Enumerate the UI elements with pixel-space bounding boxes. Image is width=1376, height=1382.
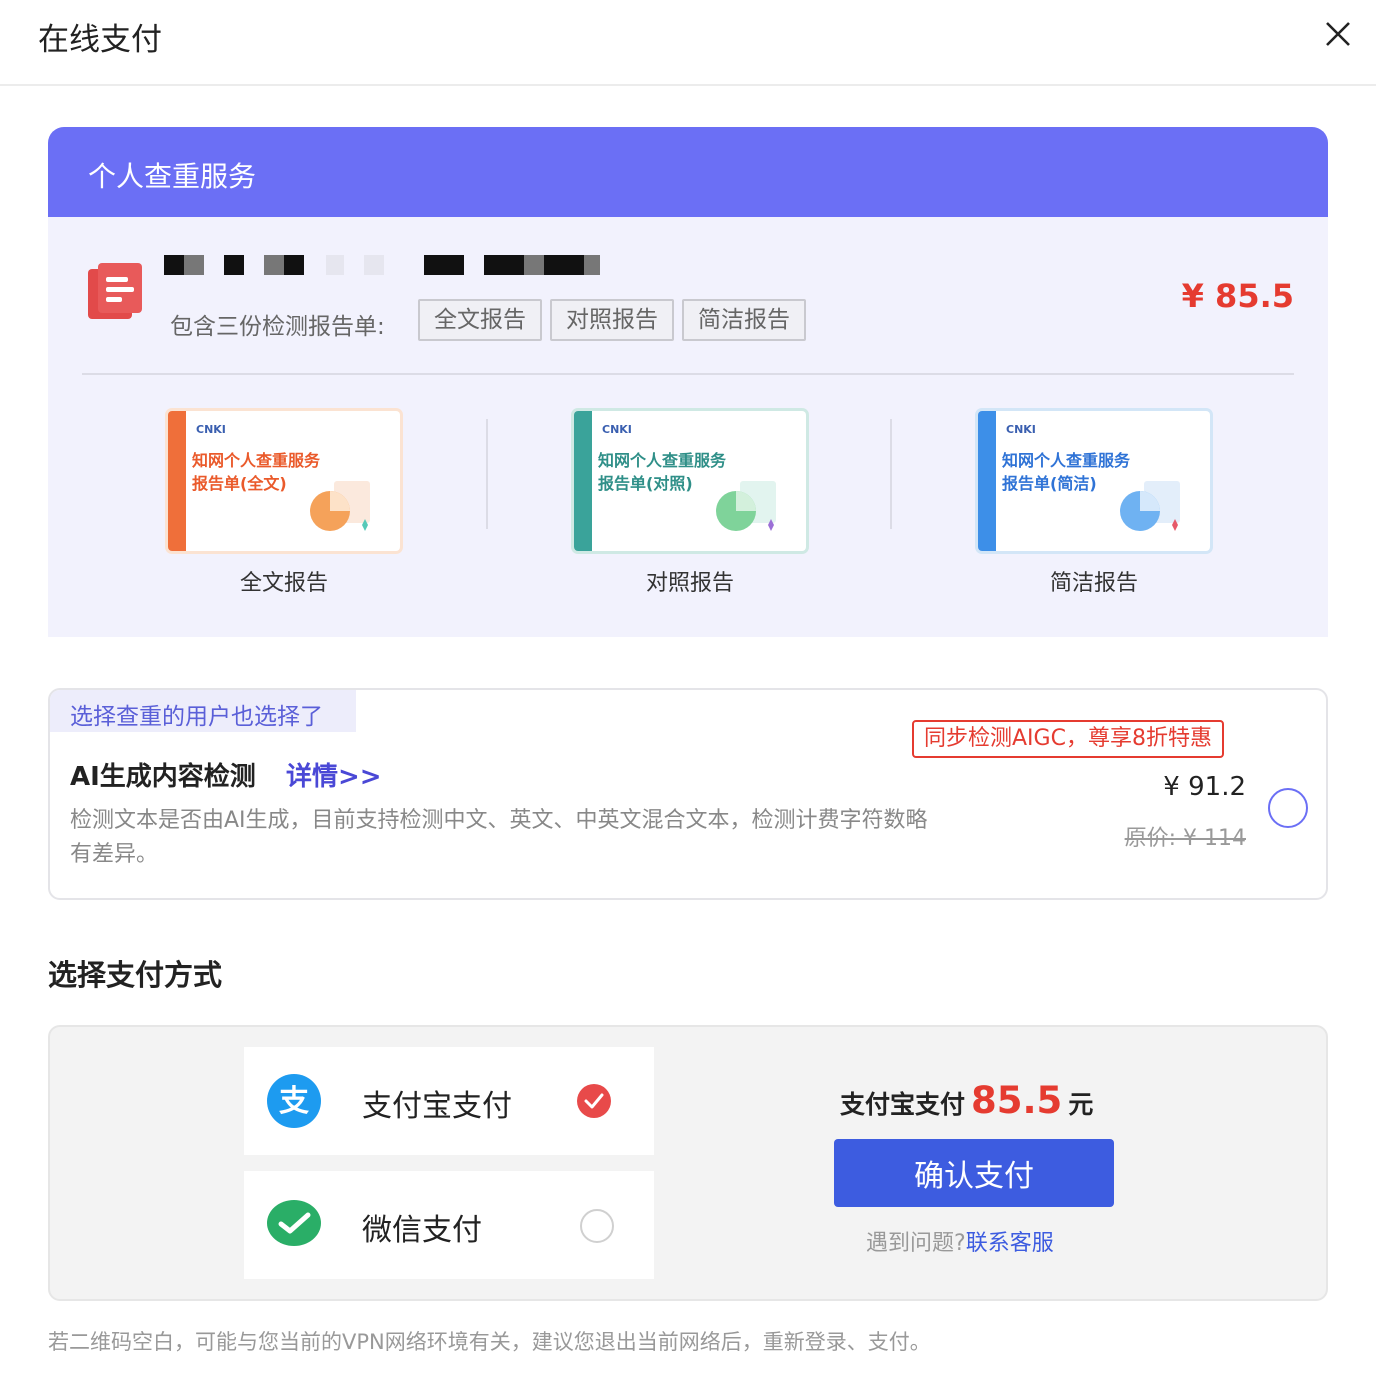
aigc-original-price: 原价: ¥ 114: [1124, 826, 1246, 851]
divider: [486, 419, 488, 529]
close-icon[interactable]: [1318, 14, 1358, 54]
divider: [890, 419, 892, 529]
dialog-header: 在线支付: [0, 0, 1376, 86]
service-price: ¥ 85.5: [1181, 277, 1294, 315]
help-text: 遇到问题?: [866, 1231, 966, 1256]
cnki-logo: CNKI: [1006, 423, 1036, 436]
cnki-logo: CNKI: [196, 423, 226, 436]
dialog-title: 在线支付: [38, 22, 162, 58]
payment-panel: 支 支付宝支付 微信支付 支付宝支付 85.5 元 确认支付 遇到问题?联系客服: [48, 1025, 1328, 1301]
tag-compare-report: 对照报告: [550, 299, 674, 341]
payment-method-label: 微信支付: [362, 1213, 482, 1248]
check-icon: [576, 1083, 612, 1119]
unchecked-radio[interactable]: [580, 1209, 614, 1243]
report-thumbnail-brief: CNKI 知网个人查重服务 报告单(简洁): [978, 411, 1210, 551]
payment-method-alipay[interactable]: 支 支付宝支付: [244, 1047, 654, 1155]
report-label-compare: 对照报告: [645, 571, 734, 596]
divider: [82, 373, 1294, 375]
tag-brief-report: 简洁报告: [682, 299, 806, 341]
summary-method: 支付宝支付: [840, 1090, 966, 1119]
contact-support-link[interactable]: 联系客服: [966, 1231, 1054, 1256]
report-title: 知网个人查重服务: [598, 451, 727, 470]
pie-chart-icon: [300, 477, 374, 537]
report-thumbnail-full: CNKI 知网个人查重服务 报告单(全文): [168, 411, 400, 551]
wechat-pay-icon: [266, 1197, 322, 1253]
cnki-logo: CNKI: [602, 423, 632, 436]
payment-method-label: 支付宝支付: [362, 1089, 512, 1124]
aigc-title: AI生成内容检测: [70, 762, 256, 792]
help-line: 遇到问题?联系客服: [866, 1225, 1054, 1257]
includes-label: 包含三份检测报告单:: [170, 314, 385, 340]
aigc-select-radio[interactable]: [1268, 788, 1308, 828]
service-header: 个人查重服务: [48, 127, 1328, 217]
payment-heading: 选择支付方式: [48, 958, 223, 992]
redacted-file-name: [164, 255, 624, 275]
confirm-pay-button[interactable]: 确认支付: [834, 1139, 1114, 1207]
report-label-brief: 简洁报告: [1049, 571, 1138, 596]
payment-summary: 支付宝支付 85.5 元: [840, 1079, 1093, 1122]
payment-method-wechat[interactable]: 微信支付: [244, 1171, 654, 1279]
service-card: 个人查重服务 包含三份检测报告单: 全文报告 对照报告 简洁报告 ¥ 85.5 …: [48, 127, 1328, 637]
report-title: 知网个人查重服务: [1002, 451, 1131, 470]
pie-chart-icon: [706, 477, 780, 537]
promo-badge: 同步检测AIGC，尊享8折特惠: [912, 720, 1224, 758]
summary-unit: 元: [1068, 1090, 1094, 1119]
summary-amount: 85.5: [971, 1079, 1063, 1122]
report-thumbnail-compare: CNKI 知网个人查重服务 报告单(对照): [574, 411, 806, 551]
document-icon: [84, 261, 146, 323]
svg-text:支: 支: [279, 1084, 309, 1119]
aigc-addon-card[interactable]: 选择查重的用户也选择了 AI生成内容检测 详情>> 检测文本是否由AI生成，目前…: [48, 688, 1328, 900]
pie-chart-icon: [1110, 477, 1184, 537]
report-label-full: 全文报告: [239, 571, 328, 596]
recommend-tag: 选择查重的用户也选择了: [50, 690, 356, 732]
alipay-icon: 支: [266, 1073, 322, 1129]
tag-full-report: 全文报告: [418, 299, 542, 341]
aigc-detail-link[interactable]: 详情>>: [286, 756, 382, 793]
aigc-price: ¥ 91.2: [1163, 772, 1246, 802]
aigc-description: 检测文本是否由AI生成，目前支持检测中文、英文、中英文混合文本，检测计费字符数略…: [70, 808, 928, 867]
vpn-notice: 若二维码空白，可能与您当前的VPN网络环境有关，建议您退出当前网络后，重新登录、…: [48, 1330, 931, 1354]
report-title: 知网个人查重服务: [192, 451, 321, 470]
